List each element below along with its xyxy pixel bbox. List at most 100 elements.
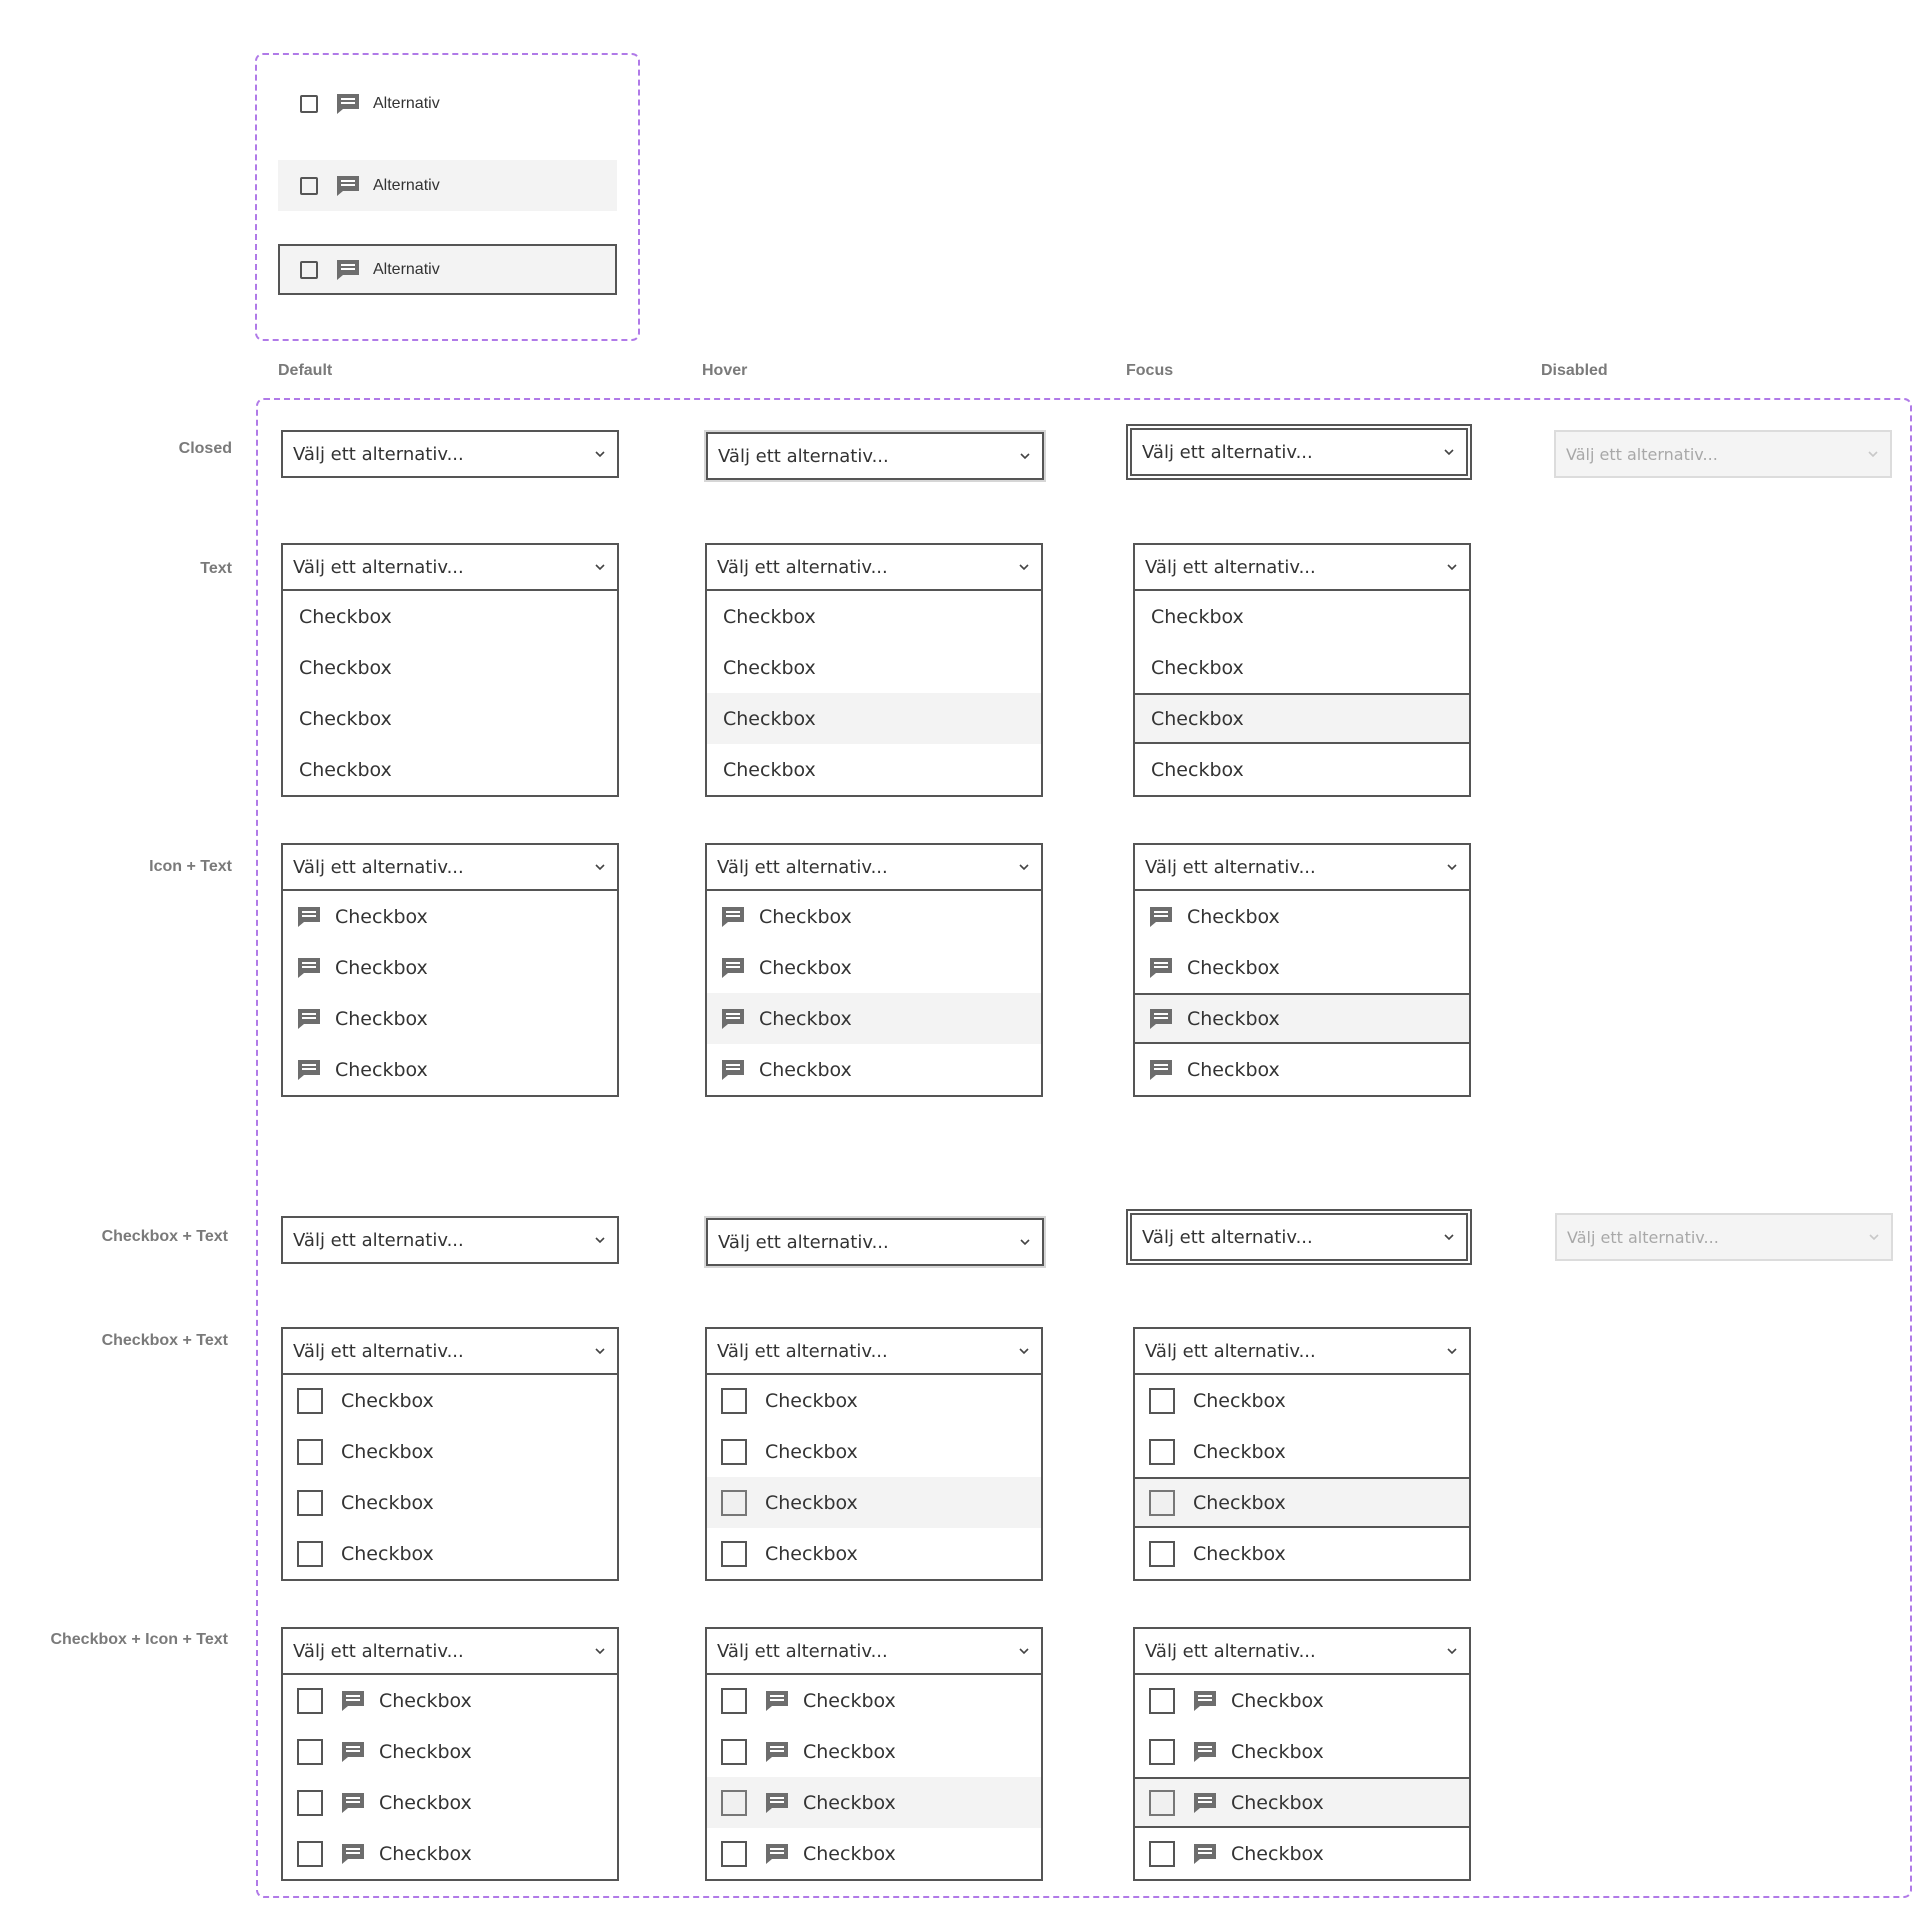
checkbox-icon[interactable] <box>300 260 318 279</box>
select-open-checkbox-icon-text-focus[interactable]: Välj ett alternativ... <box>1133 1627 1471 1675</box>
list-item[interactable]: Checkbox <box>283 693 617 744</box>
list-item[interactable]: Checkbox <box>707 1675 1041 1726</box>
list-item[interactable]: Checkbox <box>283 1726 617 1777</box>
list-item[interactable]: Checkbox <box>1135 1477 1469 1528</box>
checkbox-icon[interactable] <box>297 1687 323 1714</box>
chevron-down-icon <box>1442 1230 1456 1244</box>
checkbox-icon[interactable] <box>297 1540 323 1567</box>
list-item[interactable]: Checkbox <box>283 1375 617 1426</box>
list-item[interactable]: Checkbox <box>283 942 617 993</box>
select-open-icon-text-focus[interactable]: Välj ett alternativ... <box>1133 843 1471 891</box>
list-item[interactable]: Checkbox <box>1135 642 1469 693</box>
list-item[interactable]: Checkbox <box>707 1726 1041 1777</box>
checkbox-icon[interactable] <box>300 176 318 195</box>
list-item[interactable]: Checkbox <box>707 693 1041 744</box>
list-item[interactable]: Checkbox <box>707 1828 1041 1879</box>
select-checkbox-closed-default[interactable]: Välj ett alternativ... <box>281 1216 619 1264</box>
option-default[interactable]: Alternativ <box>278 78 617 129</box>
option-hover[interactable]: Alternativ <box>278 160 617 211</box>
checkbox-icon[interactable] <box>297 1387 323 1414</box>
checkbox-icon[interactable] <box>1149 1489 1175 1516</box>
checkbox-icon[interactable] <box>1149 1840 1175 1867</box>
checkbox-icon[interactable] <box>297 1840 323 1867</box>
list-item[interactable]: Checkbox <box>1135 744 1469 795</box>
select-open-text-focus[interactable]: Välj ett alternativ... <box>1133 543 1471 591</box>
list-item[interactable]: Checkbox <box>283 591 617 642</box>
list-item[interactable]: Checkbox <box>283 1528 617 1579</box>
list-item[interactable]: Checkbox <box>283 1477 617 1528</box>
list-item[interactable]: Checkbox <box>1135 1675 1469 1726</box>
list-item[interactable]: Checkbox <box>1135 1726 1469 1777</box>
list-item[interactable]: Checkbox <box>283 1044 617 1095</box>
checkbox-icon[interactable] <box>297 1789 323 1816</box>
checkbox-icon[interactable] <box>297 1489 323 1516</box>
list-item[interactable]: Checkbox <box>283 1777 617 1828</box>
list-item[interactable]: Checkbox <box>1135 591 1469 642</box>
select-open-icon-text-default[interactable]: Välj ett alternativ... <box>281 843 619 891</box>
list-item[interactable]: Checkbox <box>1135 942 1469 993</box>
list-item[interactable]: Checkbox <box>707 1777 1041 1828</box>
checkbox-icon[interactable] <box>721 1438 747 1465</box>
checkbox-icon[interactable] <box>1149 1687 1175 1714</box>
list-item[interactable]: Checkbox <box>707 591 1041 642</box>
list-item[interactable]: Checkbox <box>707 642 1041 693</box>
list-item[interactable]: Checkbox <box>707 1375 1041 1426</box>
checkbox-icon[interactable] <box>721 1540 747 1567</box>
select-open-checkbox-text-hover[interactable]: Välj ett alternativ... <box>705 1327 1043 1375</box>
list-item[interactable]: Checkbox <box>283 642 617 693</box>
list-item[interactable]: Checkbox <box>283 744 617 795</box>
list-item[interactable]: Checkbox <box>1135 693 1469 744</box>
checkbox-icon[interactable] <box>721 1789 747 1816</box>
chat-message-icon <box>765 1741 789 1763</box>
checkbox-icon[interactable] <box>721 1840 747 1867</box>
select-open-checkbox-text-focus[interactable]: Välj ett alternativ... <box>1133 1327 1471 1375</box>
list-item[interactable]: Checkbox <box>707 1426 1041 1477</box>
list-item[interactable]: Checkbox <box>707 1528 1041 1579</box>
list-item[interactable]: Checkbox <box>283 1828 617 1879</box>
select-open-icon-text-hover[interactable]: Välj ett alternativ... <box>705 843 1043 891</box>
checkbox-icon[interactable] <box>1149 1738 1175 1765</box>
chat-message-icon <box>1193 1741 1217 1763</box>
checkbox-icon[interactable] <box>721 1489 747 1516</box>
option-focus[interactable]: Alternativ <box>278 244 617 295</box>
list-item[interactable]: Checkbox <box>707 942 1041 993</box>
select-checkbox-closed-hover[interactable]: Välj ett alternativ... <box>706 1218 1044 1266</box>
select-checkbox-closed-focus[interactable]: Välj ett alternativ... <box>1126 1209 1472 1265</box>
checkbox-icon[interactable] <box>721 1387 747 1414</box>
checkbox-icon[interactable] <box>1149 1387 1175 1414</box>
list-item[interactable]: Checkbox <box>1135 1777 1469 1828</box>
select-open-checkbox-icon-text-hover[interactable]: Välj ett alternativ... <box>705 1627 1043 1675</box>
list-item[interactable]: Checkbox <box>1135 1828 1469 1879</box>
select-open-text-hover[interactable]: Välj ett alternativ... <box>705 543 1043 591</box>
dropdown-list: Checkbox Checkbox Checkbox Checkbox <box>705 1375 1043 1581</box>
checkbox-icon[interactable] <box>297 1438 323 1465</box>
select-open-text-default[interactable]: Välj ett alternativ... <box>281 543 619 591</box>
select-closed-hover[interactable]: Välj ett alternativ... <box>706 432 1044 480</box>
list-item[interactable]: Checkbox <box>1135 891 1469 942</box>
select-open-checkbox-icon-text-default[interactable]: Välj ett alternativ... <box>281 1627 619 1675</box>
select-closed-focus[interactable]: Välj ett alternativ... <box>1126 424 1472 480</box>
list-item[interactable]: Checkbox <box>1135 1426 1469 1477</box>
checkbox-icon[interactable] <box>721 1687 747 1714</box>
checkbox-icon[interactable] <box>300 94 318 113</box>
list-item[interactable]: Checkbox <box>707 993 1041 1044</box>
checkbox-icon[interactable] <box>1149 1789 1175 1816</box>
list-item[interactable]: Checkbox <box>283 1675 617 1726</box>
list-item[interactable]: Checkbox <box>1135 1528 1469 1579</box>
select-open-checkbox-text-default[interactable]: Välj ett alternativ... <box>281 1327 619 1375</box>
list-item[interactable]: Checkbox <box>283 891 617 942</box>
list-item[interactable]: Checkbox <box>1135 1044 1469 1095</box>
list-item[interactable]: Checkbox <box>1135 1375 1469 1426</box>
list-item[interactable]: Checkbox <box>707 891 1041 942</box>
list-item[interactable]: Checkbox <box>707 1477 1041 1528</box>
select-closed-default[interactable]: Välj ett alternativ... <box>281 430 619 478</box>
checkbox-icon[interactable] <box>721 1738 747 1765</box>
list-item[interactable]: Checkbox <box>707 1044 1041 1095</box>
list-item[interactable]: Checkbox <box>707 744 1041 795</box>
list-item[interactable]: Checkbox <box>1135 993 1469 1044</box>
list-item[interactable]: Checkbox <box>283 993 617 1044</box>
checkbox-icon[interactable] <box>297 1738 323 1765</box>
checkbox-icon[interactable] <box>1149 1438 1175 1465</box>
list-item[interactable]: Checkbox <box>283 1426 617 1477</box>
checkbox-icon[interactable] <box>1149 1540 1175 1567</box>
